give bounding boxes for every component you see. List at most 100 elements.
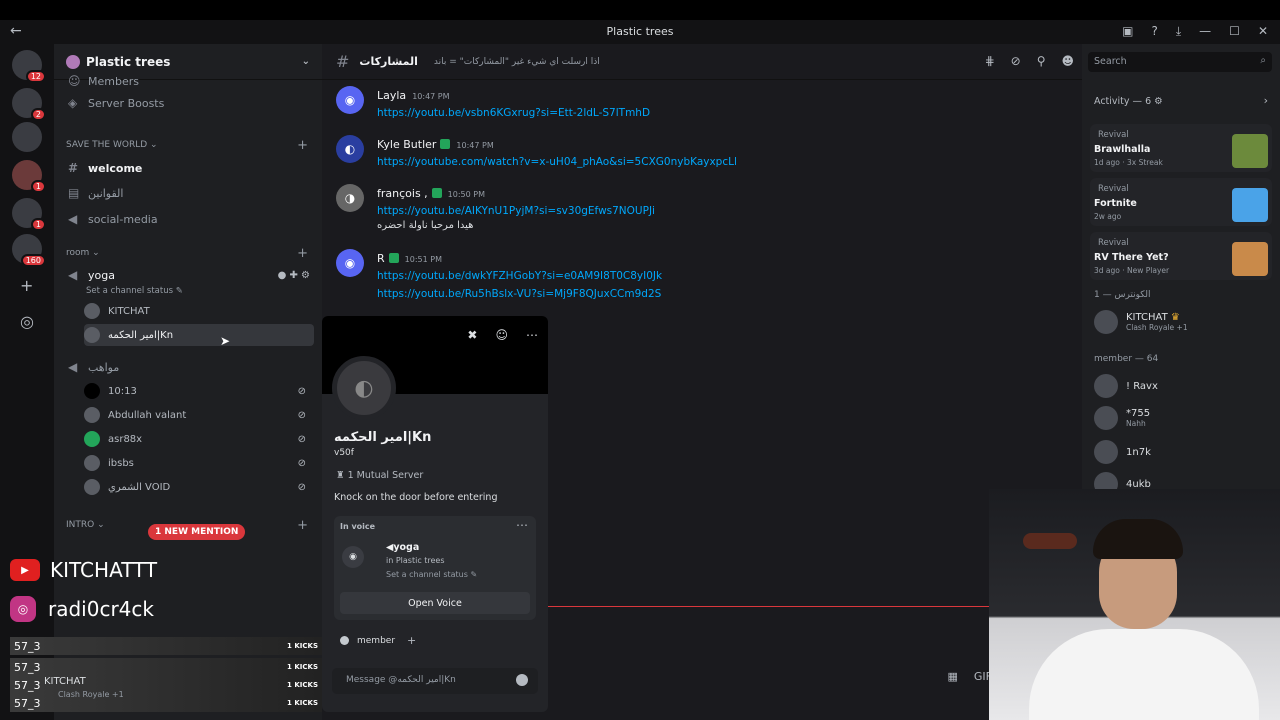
notifications-off-icon[interactable]: ⊘ <box>1011 54 1021 68</box>
activity-card[interactable]: Revival Fortnite 2w ago <box>1090 178 1272 226</box>
youtube-overlay: ▶ KITCHATTT <box>10 558 157 582</box>
voice-user-selected[interactable]: امير الحكمه|Kn <box>84 324 314 346</box>
member-section: member — 64 <box>1094 354 1159 364</box>
speaker-icon: ◀ <box>68 360 78 374</box>
sidebar-item-members[interactable]: ☺ Members <box>62 70 314 92</box>
server-icon[interactable]: 1 <box>12 198 46 231</box>
voice-user[interactable]: Abdullah valant ⊘ <box>84 404 314 426</box>
chevron-right-icon[interactable]: › <box>1264 94 1268 107</box>
emoji-icon[interactable] <box>516 674 528 686</box>
add-channel-icon[interactable]: + <box>297 246 308 261</box>
voice-channel-2[interactable]: ◀ مواهب <box>62 356 314 378</box>
member-list-item[interactable]: ! Ravx <box>1094 374 1158 398</box>
message-link[interactable]: https://youtu.be/dwkYFZHGobY?si=e0AM9I8T… <box>377 270 662 282</box>
shield-icon <box>440 138 451 149</box>
member-list-item[interactable]: KITCHAT ♛ Clash Royale +1 <box>1094 310 1188 334</box>
category-room[interactable]: room ⌄ + <box>66 246 314 261</box>
channel-rules[interactable]: ▤ القوانين <box>62 182 314 204</box>
profile-display-name: امير الحكمه|Kn <box>334 430 432 445</box>
activity-card[interactable]: Revival RV There Yet? 3d ago · New Playe… <box>1090 232 1272 280</box>
gift-icon[interactable]: ▦ <box>947 670 957 683</box>
add-server-icon[interactable]: + <box>20 276 33 295</box>
voice-user[interactable]: الشمري VOID ⊘ <box>84 476 314 498</box>
profile-bio: Knock on the door before entering <box>334 492 498 503</box>
megaphone-icon: ◀ <box>68 212 78 226</box>
help-icon[interactable]: ? <box>1151 24 1157 39</box>
channel-status[interactable]: Set a channel status ✎ <box>80 280 314 302</box>
search-input[interactable]: Search ⌕ <box>1088 52 1272 72</box>
channel-welcome[interactable]: # welcome <box>62 157 314 179</box>
message-link[interactable]: https://youtu.be/AIKYnU1PyjM?si=sv30gEfw… <box>377 205 655 217</box>
avatar <box>1094 406 1118 430</box>
voice-user[interactable]: ibsbs ⊘ <box>84 452 314 474</box>
mutual-servers[interactable]: ♜ 1 Mutual Server <box>336 470 423 481</box>
category-save-the-world[interactable]: SAVE THE WORLD ⌄ + <box>66 138 314 153</box>
youtube-icon: ▶ <box>10 559 40 581</box>
voice-user[interactable]: KITCHAT <box>84 300 314 322</box>
server-icon[interactable]: 160 <box>12 234 46 267</box>
channel-topic[interactable]: اذا ارسلت اي شيء غير "المشاركات" = باند <box>434 57 600 67</box>
voice-user[interactable]: asr88x ⊘ <box>84 428 314 450</box>
avatar[interactable]: ◉ <box>336 249 364 277</box>
new-mention-pill[interactable]: 1 NEW MENTION <box>148 524 246 540</box>
muted-icon: ⊘ <box>297 481 306 493</box>
game-thumbnail <box>1232 242 1268 276</box>
chevron-down-icon[interactable]: ⌄ <box>302 56 310 67</box>
avatar[interactable]: ◐ <box>336 135 364 163</box>
instagram-overlay: ◎ radi0cr4ck <box>10 596 154 622</box>
pin-icon[interactable]: ⚲ <box>1037 54 1046 68</box>
server-icon[interactable] <box>12 122 42 152</box>
avatar[interactable]: ◉ <box>336 86 364 114</box>
chat-message: ◐ Kyle Butler 10:47 PM https://youtube.co… <box>336 133 737 168</box>
mouse-cursor-icon: ➤ <box>220 334 231 348</box>
shield-icon <box>431 187 442 198</box>
server-icon-dm[interactable]: 12 <box>12 50 46 83</box>
message-link[interactable]: https://youtube.com/watch?v=x-uH04_phAo&… <box>377 156 737 168</box>
add-channel-icon[interactable]: + <box>297 518 308 533</box>
profile-avatar[interactable]: ◐ <box>332 356 396 420</box>
minimize-icon[interactable]: — <box>1199 24 1211 39</box>
game-thumbnail <box>1232 134 1268 168</box>
more-icon[interactable]: ⋯ <box>526 328 538 342</box>
server-icon[interactable]: 2 <box>12 88 46 121</box>
muted-icon: ⊘ <box>297 409 306 421</box>
message-link[interactable]: https://youtu.be/vsbn6KGxrug?si=Ett-2ldL… <box>377 107 650 119</box>
add-role-icon[interactable]: + <box>407 634 416 647</box>
maximize-icon[interactable]: ☐ <box>1229 24 1240 39</box>
title-bar: ← Plastic trees ▣ ? ⤓ — ☐ ✕ <box>0 20 1280 44</box>
more-icon[interactable]: ⋯ <box>516 518 528 532</box>
add-friend-icon[interactable]: ☺ <box>495 328 508 342</box>
inbox-icon[interactable]: ▣ <box>1122 24 1133 39</box>
message-author[interactable]: R <box>377 252 385 265</box>
avatar[interactable]: ◑ <box>336 184 364 212</box>
add-channel-icon[interactable]: + <box>297 138 308 153</box>
download-icon[interactable]: ⤓ <box>1176 24 1181 39</box>
activity-card[interactable]: Revival Brawlhalla 1d ago · 3x Streak <box>1090 124 1272 172</box>
message-author[interactable]: Kyle Butler <box>377 138 436 151</box>
user-panel-name[interactable]: KITCHAT <box>44 676 86 687</box>
instagram-icon: ◎ <box>10 596 36 622</box>
shield-icon <box>388 252 399 263</box>
message-author[interactable]: Layla <box>377 89 406 102</box>
block-icon[interactable]: ✖ <box>467 328 477 342</box>
voice-channel-actions-icon[interactable]: ● ✚ ⚙ <box>278 270 310 281</box>
member-list-item[interactable]: *755 Nahh <box>1094 406 1150 430</box>
avatar <box>84 383 100 399</box>
dm-input[interactable]: Message @امير الحكمه|Kn <box>332 668 538 694</box>
in-voice-card: In voice ⋯ ◉ ◀yoga in Plastic trees Set … <box>334 516 536 620</box>
open-voice-button[interactable]: Open Voice <box>340 592 530 614</box>
user-panel-activity: Clash Royale +1 <box>58 690 124 699</box>
member-list-icon[interactable]: ☻ <box>1061 54 1074 68</box>
member-list-item[interactable]: 1n7k <box>1094 440 1151 464</box>
voice-user[interactable]: 10:13 ⊘ <box>84 380 314 402</box>
avatar <box>84 455 100 471</box>
message-link[interactable]: https://youtu.be/Ru5hBslx-VU?si=Mj9F8QJu… <box>377 288 662 300</box>
explore-icon[interactable]: ◎ <box>20 312 34 331</box>
avatar <box>84 327 100 343</box>
close-icon[interactable]: ✕ <box>1258 24 1268 39</box>
server-icon-active[interactable]: 1 <box>12 160 46 193</box>
threads-icon[interactable]: ⋕ <box>985 54 995 68</box>
message-author[interactable]: françois , <box>377 187 428 200</box>
sidebar-item-server-boosts[interactable]: ◈ Server Boosts <box>62 92 314 114</box>
channel-social-media[interactable]: ◀ social-media <box>62 208 314 230</box>
